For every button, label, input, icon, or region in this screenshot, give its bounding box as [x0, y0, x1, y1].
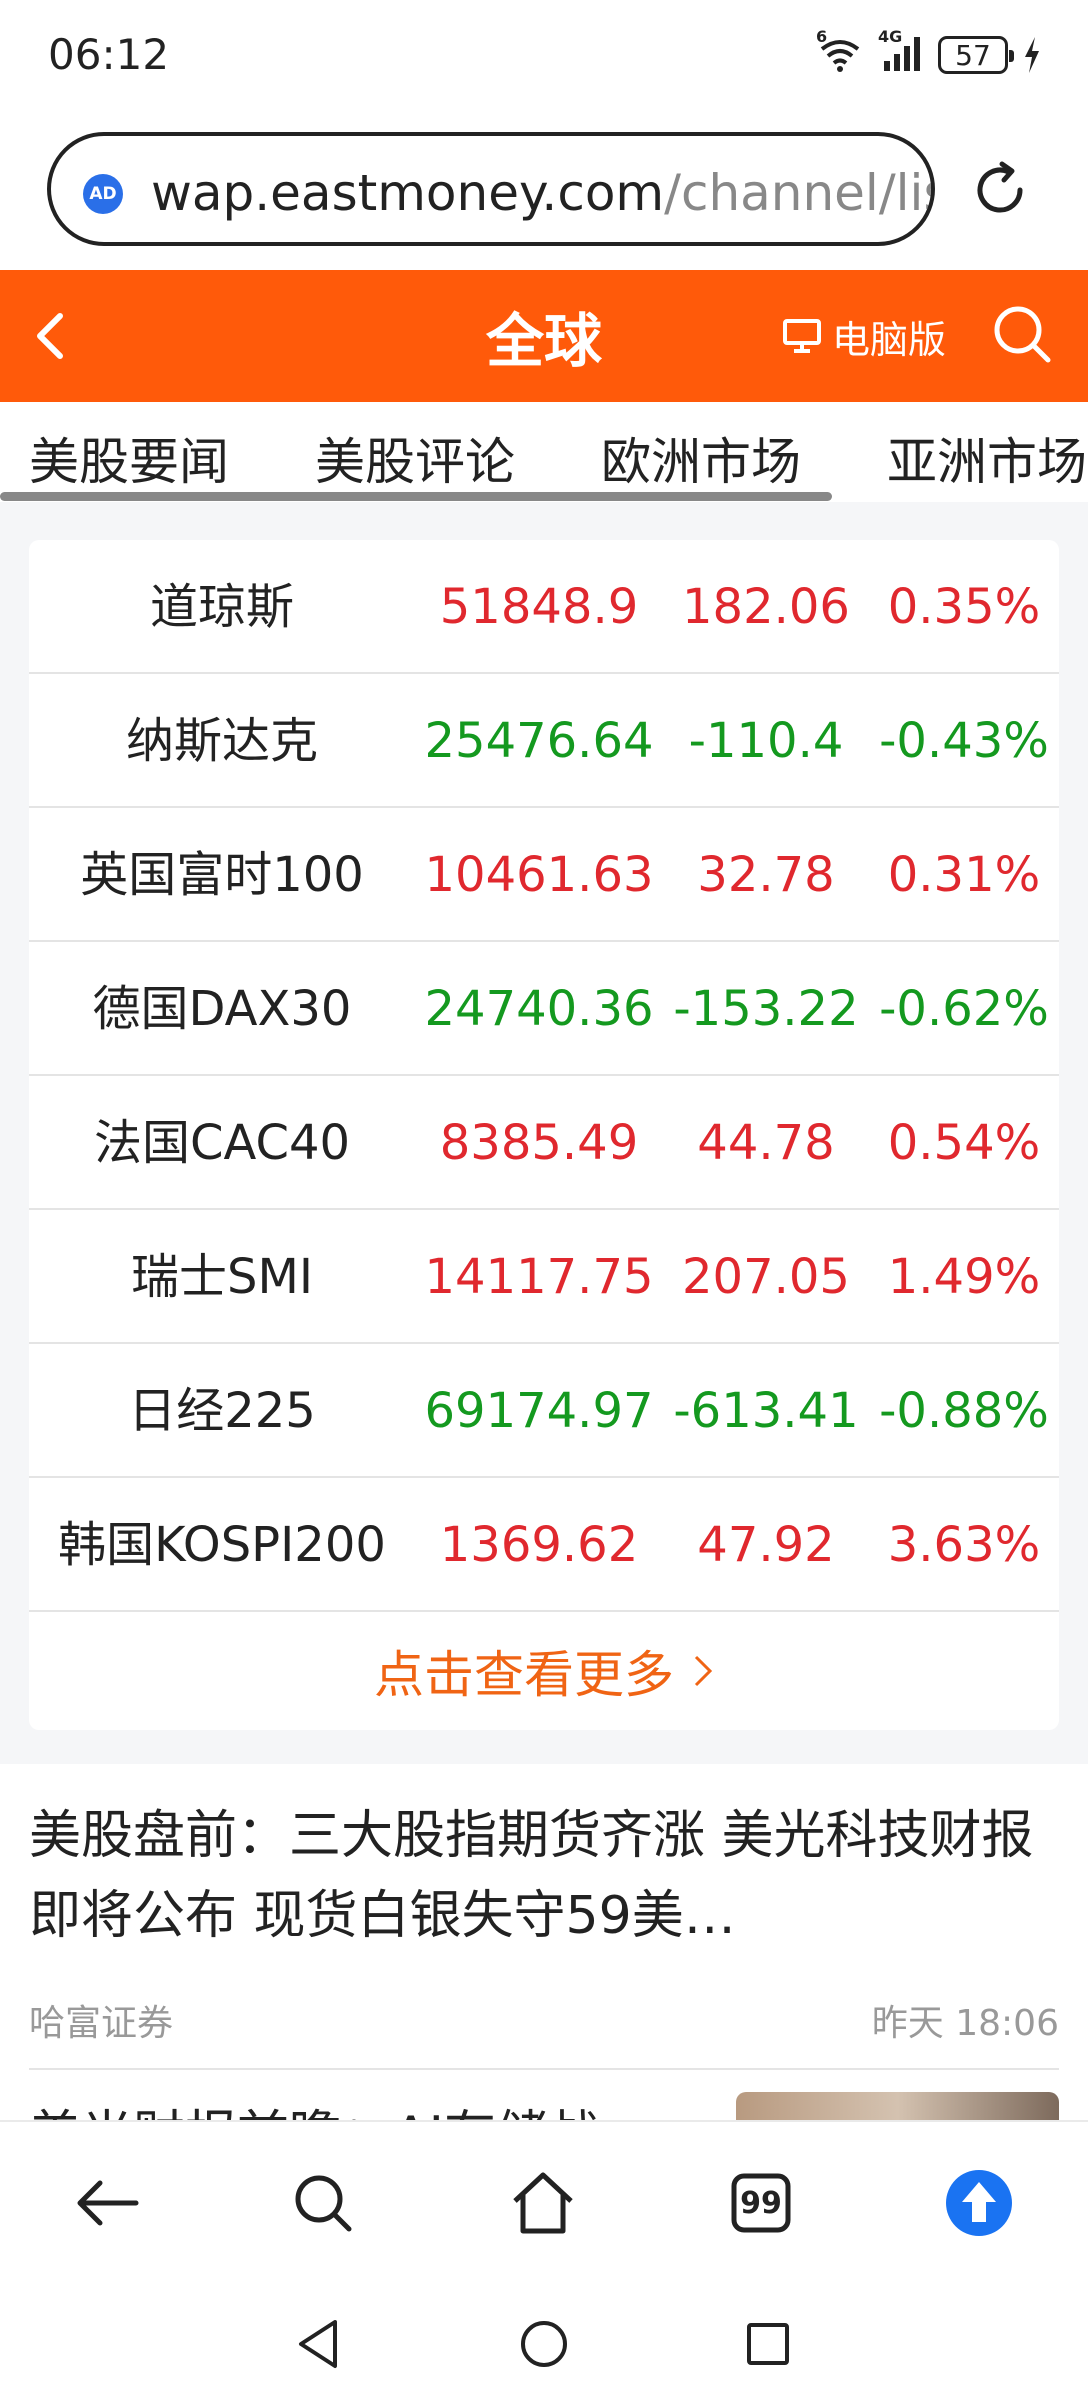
- index-price: 1369.62: [439, 1517, 639, 1573]
- system-navigation-bar: [0, 2290, 1088, 2400]
- news-title-partial: 美光财报前瞻：AI存储战: [29, 2106, 600, 2120]
- status-bar: 06:12 6 4G 57: [0, 0, 1088, 110]
- index-change-percent: 0.54%: [887, 1115, 1041, 1171]
- view-more-label: 点击查看更多: [374, 1646, 674, 1704]
- browser-home-button[interactable]: [498, 2158, 588, 2248]
- news-title[interactable]: 美股盘前：三大股指期货齐涨 美光科技财报即将公布 现货白银失守59美…: [29, 1796, 1059, 1956]
- triangle-back-icon: [299, 2320, 337, 2368]
- news-thumbnail: [736, 2092, 1059, 2120]
- index-change-percent: -0.43%: [879, 713, 1049, 769]
- index-name: 纳斯达克: [125, 713, 318, 769]
- index-name: 瑞士SMI: [130, 1249, 314, 1305]
- system-home-button[interactable]: [512, 2312, 576, 2376]
- monitor-icon: [783, 319, 821, 353]
- desktop-version-link[interactable]: 电脑版: [782, 308, 946, 364]
- news-time: 昨天 18:06: [871, 2003, 1059, 2044]
- index-change-percent: -0.62%: [879, 981, 1049, 1037]
- index-change-percent: -0.88%: [879, 1383, 1049, 1439]
- main-content: 道琼斯 51848.9 182.06 0.35% 纳斯达克 25476.64 -…: [0, 502, 1088, 2120]
- browser-search-button[interactable]: [278, 2158, 368, 2248]
- index-change-percent: 0.35%: [887, 579, 1041, 635]
- url-field[interactable]: AD wap.eastmoney.com/channel/lis: [47, 132, 935, 246]
- index-change-percent: 3.63%: [887, 1517, 1041, 1573]
- status-time: 06:12: [48, 30, 170, 79]
- url-path: /channel/lis: [664, 164, 935, 222]
- ad-block-icon[interactable]: AD: [83, 174, 123, 214]
- address-bar: AD wap.eastmoney.com/channel/lis: [0, 110, 1088, 270]
- chevron-right-icon: [694, 1655, 713, 1687]
- index-name: 英国富时100: [80, 847, 364, 903]
- index-price: 24740.36: [424, 981, 654, 1037]
- square-recents-icon: [747, 2323, 789, 2365]
- index-row[interactable]: 日经225 69174.97 -613.41 -0.88%: [29, 1344, 1059, 1478]
- index-change: -613.41: [673, 1383, 859, 1439]
- wifi-icon: 6: [816, 27, 864, 77]
- tab-us-stock-news[interactable]: 美股要闻: [29, 422, 229, 494]
- index-price: 69174.97: [424, 1383, 654, 1439]
- charging-icon: [1025, 37, 1039, 73]
- index-name: 德国DAX30: [92, 981, 352, 1037]
- search-icon[interactable]: [990, 302, 1054, 366]
- search-icon: [295, 2175, 352, 2232]
- back-arrow-icon[interactable]: [22, 306, 82, 366]
- news-source: 哈富证券: [29, 2003, 174, 2044]
- index-row[interactable]: 法国CAC40 8385.49 44.78 0.54%: [29, 1076, 1059, 1210]
- index-change: -153.22: [673, 981, 859, 1037]
- index-row[interactable]: 瑞士SMI 14117.75 207.05 1.49%: [29, 1210, 1059, 1344]
- index-row[interactable]: 道琼斯 51848.9 182.06 0.35%: [29, 540, 1059, 674]
- index-price: 10461.63: [424, 847, 654, 903]
- index-row[interactable]: 英国富时100 10461.63 32.78 0.31%: [29, 808, 1059, 942]
- arrow-up-circle-icon: [946, 2170, 1012, 2236]
- index-change: 47.92: [697, 1517, 835, 1573]
- index-change: -110.4: [688, 713, 844, 769]
- browser-back-button[interactable]: [62, 2158, 152, 2248]
- url-text: wap.eastmoney.com/channel/lis: [151, 164, 935, 222]
- back-arrow-icon: [77, 2180, 139, 2226]
- index-row[interactable]: 韩国KOSPI200 1369.62 47.92 3.63%: [29, 1478, 1059, 1612]
- index-price: 51848.9: [439, 579, 639, 635]
- reload-icon[interactable]: [968, 158, 1032, 222]
- desktop-version-label: 电脑版: [832, 317, 947, 362]
- index-price: 14117.75: [424, 1249, 654, 1305]
- system-back-button[interactable]: [286, 2312, 350, 2376]
- index-price: 25476.64: [424, 713, 654, 769]
- battery-level: 57: [955, 38, 991, 72]
- battery-icon: 57: [938, 36, 1014, 74]
- index-name: 道琼斯: [149, 579, 294, 635]
- home-icon: [513, 2172, 573, 2234]
- tabs-scrollbar: [0, 492, 832, 501]
- wifi-generation-label: 6: [816, 27, 828, 46]
- index-change-percent: 1.49%: [887, 1249, 1041, 1305]
- index-change: 44.78: [697, 1115, 835, 1171]
- status-icons: 6 4G 57: [816, 27, 1042, 80]
- tab-us-stock-commentary[interactable]: 美股评论: [315, 422, 515, 494]
- index-name: 日经225: [128, 1383, 316, 1439]
- index-name: 韩国KOSPI200: [58, 1517, 386, 1573]
- system-recents-button[interactable]: [736, 2312, 800, 2376]
- browser-toolbar: 99: [0, 2120, 1088, 2290]
- index-change: 182.06: [682, 579, 850, 635]
- index-price: 8385.49: [439, 1115, 639, 1171]
- page-header: 全球 电脑版: [0, 270, 1088, 402]
- circle-home-icon: [521, 2321, 567, 2367]
- index-change: 32.78: [697, 847, 835, 903]
- scroll-to-top-button[interactable]: [934, 2158, 1024, 2248]
- network-type-label: 4G: [878, 27, 903, 46]
- category-tabs: 美股要闻 美股评论 欧洲市场 亚洲市场: [0, 402, 1088, 502]
- index-row[interactable]: 德国DAX30 24740.36 -153.22 -0.62%: [29, 942, 1059, 1076]
- browser-tabs-button[interactable]: 99: [716, 2158, 806, 2248]
- tab-count: 99: [740, 2185, 782, 2221]
- tab-europe-market[interactable]: 欧洲市场: [601, 422, 801, 494]
- view-more-link[interactable]: 点击查看更多: [29, 1612, 1059, 1730]
- url-domain: wap.eastmoney.com: [151, 164, 665, 222]
- index-row[interactable]: 纳斯达克 25476.64 -110.4 -0.43%: [29, 674, 1059, 808]
- index-name: 法国CAC40: [93, 1115, 351, 1171]
- news-item[interactable]: 美股盘前：三大股指期货齐涨 美光科技财报即将公布 现货白银失守59美… 哈富证券…: [0, 1764, 1088, 2070]
- news-item-partial[interactable]: 美光财报前瞻：AI存储战: [0, 2070, 1088, 2120]
- index-change: 207.05: [682, 1249, 850, 1305]
- index-quotes-card: 道琼斯 51848.9 182.06 0.35% 纳斯达克 25476.64 -…: [29, 540, 1059, 1730]
- index-change-percent: 0.31%: [887, 847, 1041, 903]
- tab-asia-market[interactable]: 亚洲市场: [887, 422, 1087, 494]
- cellular-signal-icon: 4G: [878, 27, 924, 77]
